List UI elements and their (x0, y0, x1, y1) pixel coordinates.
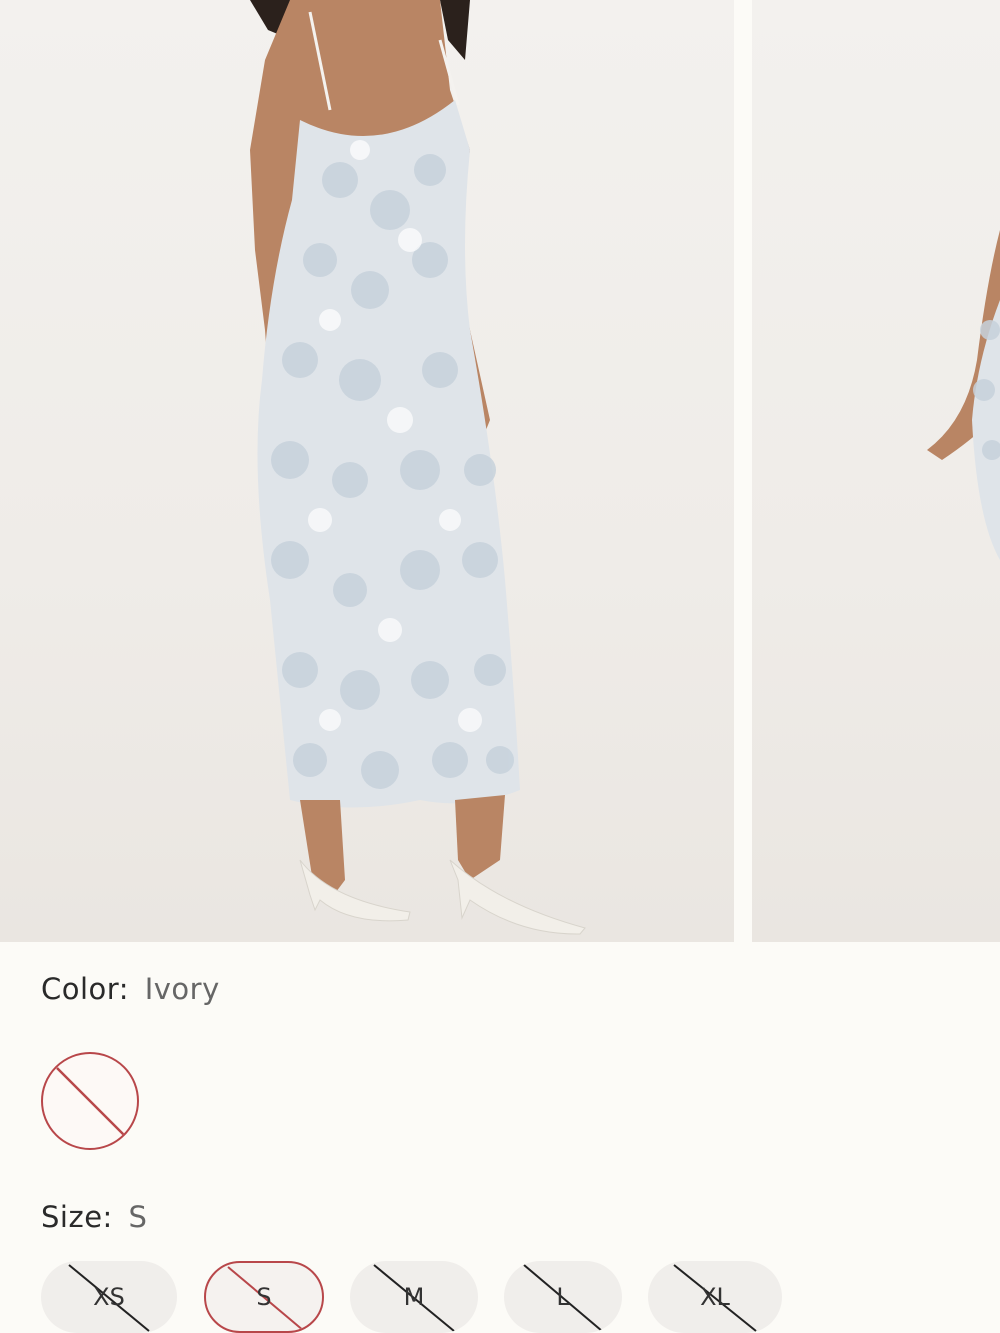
product-image-secondary[interactable] (752, 0, 1000, 942)
size-option-xl[interactable]: XL (648, 1261, 782, 1333)
unavailable-strike-icon (56, 1067, 128, 1139)
color-label: Color: (41, 972, 129, 1006)
size-option-label: XL (700, 1283, 730, 1311)
color-swatch-ivory[interactable] (41, 1052, 139, 1150)
size-option-label: L (556, 1283, 570, 1311)
size-option-label: M (403, 1283, 425, 1311)
size-option-m[interactable]: M (350, 1261, 478, 1333)
size-option-s[interactable]: S (204, 1261, 324, 1333)
size-option-label: S (256, 1283, 272, 1311)
size-option-xs[interactable]: XS (41, 1261, 177, 1333)
size-value: S (128, 1200, 148, 1234)
product-image-gallery[interactable] (0, 0, 1000, 942)
color-label-row: Color: Ivory (41, 972, 220, 1006)
size-label: Size: (41, 1200, 113, 1234)
size-label-row: Size: S (41, 1200, 147, 1234)
color-value: Ivory (144, 972, 220, 1006)
size-option-l[interactable]: L (504, 1261, 622, 1333)
product-image-main[interactable] (0, 0, 734, 942)
size-option-label: XS (93, 1283, 125, 1311)
